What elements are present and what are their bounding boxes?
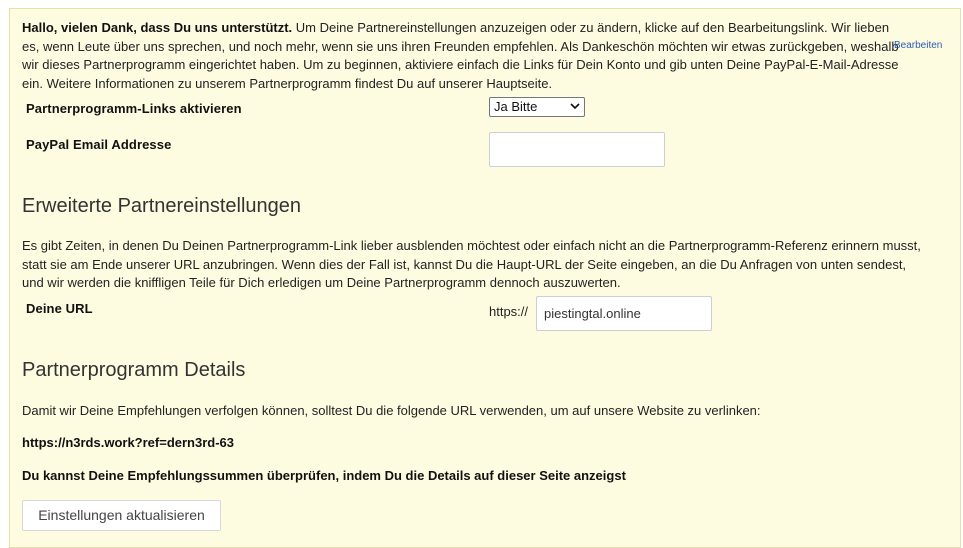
intro-paragraph: Hallo, vielen Dank, dass Du uns unterstü…: [22, 19, 902, 93]
intro-greeting: Hallo, vielen Dank, dass Du uns unterstü…: [22, 20, 293, 35]
url-prefix: https://: [489, 304, 529, 319]
paypal-email-label: PayPal Email Addresse: [26, 137, 172, 152]
referral-url: https://n3rds.work?ref=dern3rd-63: [22, 435, 235, 450]
your-url-input[interactable]: [536, 296, 712, 331]
advanced-settings-heading: Erweiterte Partnereinstellungen: [22, 195, 302, 217]
enable-links-label: Partnerprogramm-Links aktivieren: [26, 101, 242, 116]
affiliate-details-heading: Partnerprogramm Details: [22, 359, 246, 381]
enable-links-value: Ja Bitte: [494, 99, 538, 114]
edit-link[interactable]: Bearbeiten: [894, 40, 942, 51]
enable-links-select[interactable]: Ja Bitte: [489, 97, 585, 117]
check-totals-text: Du kannst Deine Empfehlungssummen überpr…: [22, 468, 626, 483]
affiliate-details-text: Damit wir Deine Empfehlungen verfolgen k…: [22, 403, 761, 418]
affiliate-settings-panel: Hallo, vielen Dank, dass Du uns unterstü…: [9, 8, 961, 548]
paypal-email-input[interactable]: [489, 132, 665, 167]
your-url-label: Deine URL: [26, 301, 93, 316]
advanced-settings-text: Es gibt Zeiten, in denen Du Deinen Partn…: [22, 238, 921, 290]
chevron-down-icon: [570, 103, 580, 110]
update-settings-button[interactable]: Einstellungen aktualisieren: [22, 500, 221, 531]
